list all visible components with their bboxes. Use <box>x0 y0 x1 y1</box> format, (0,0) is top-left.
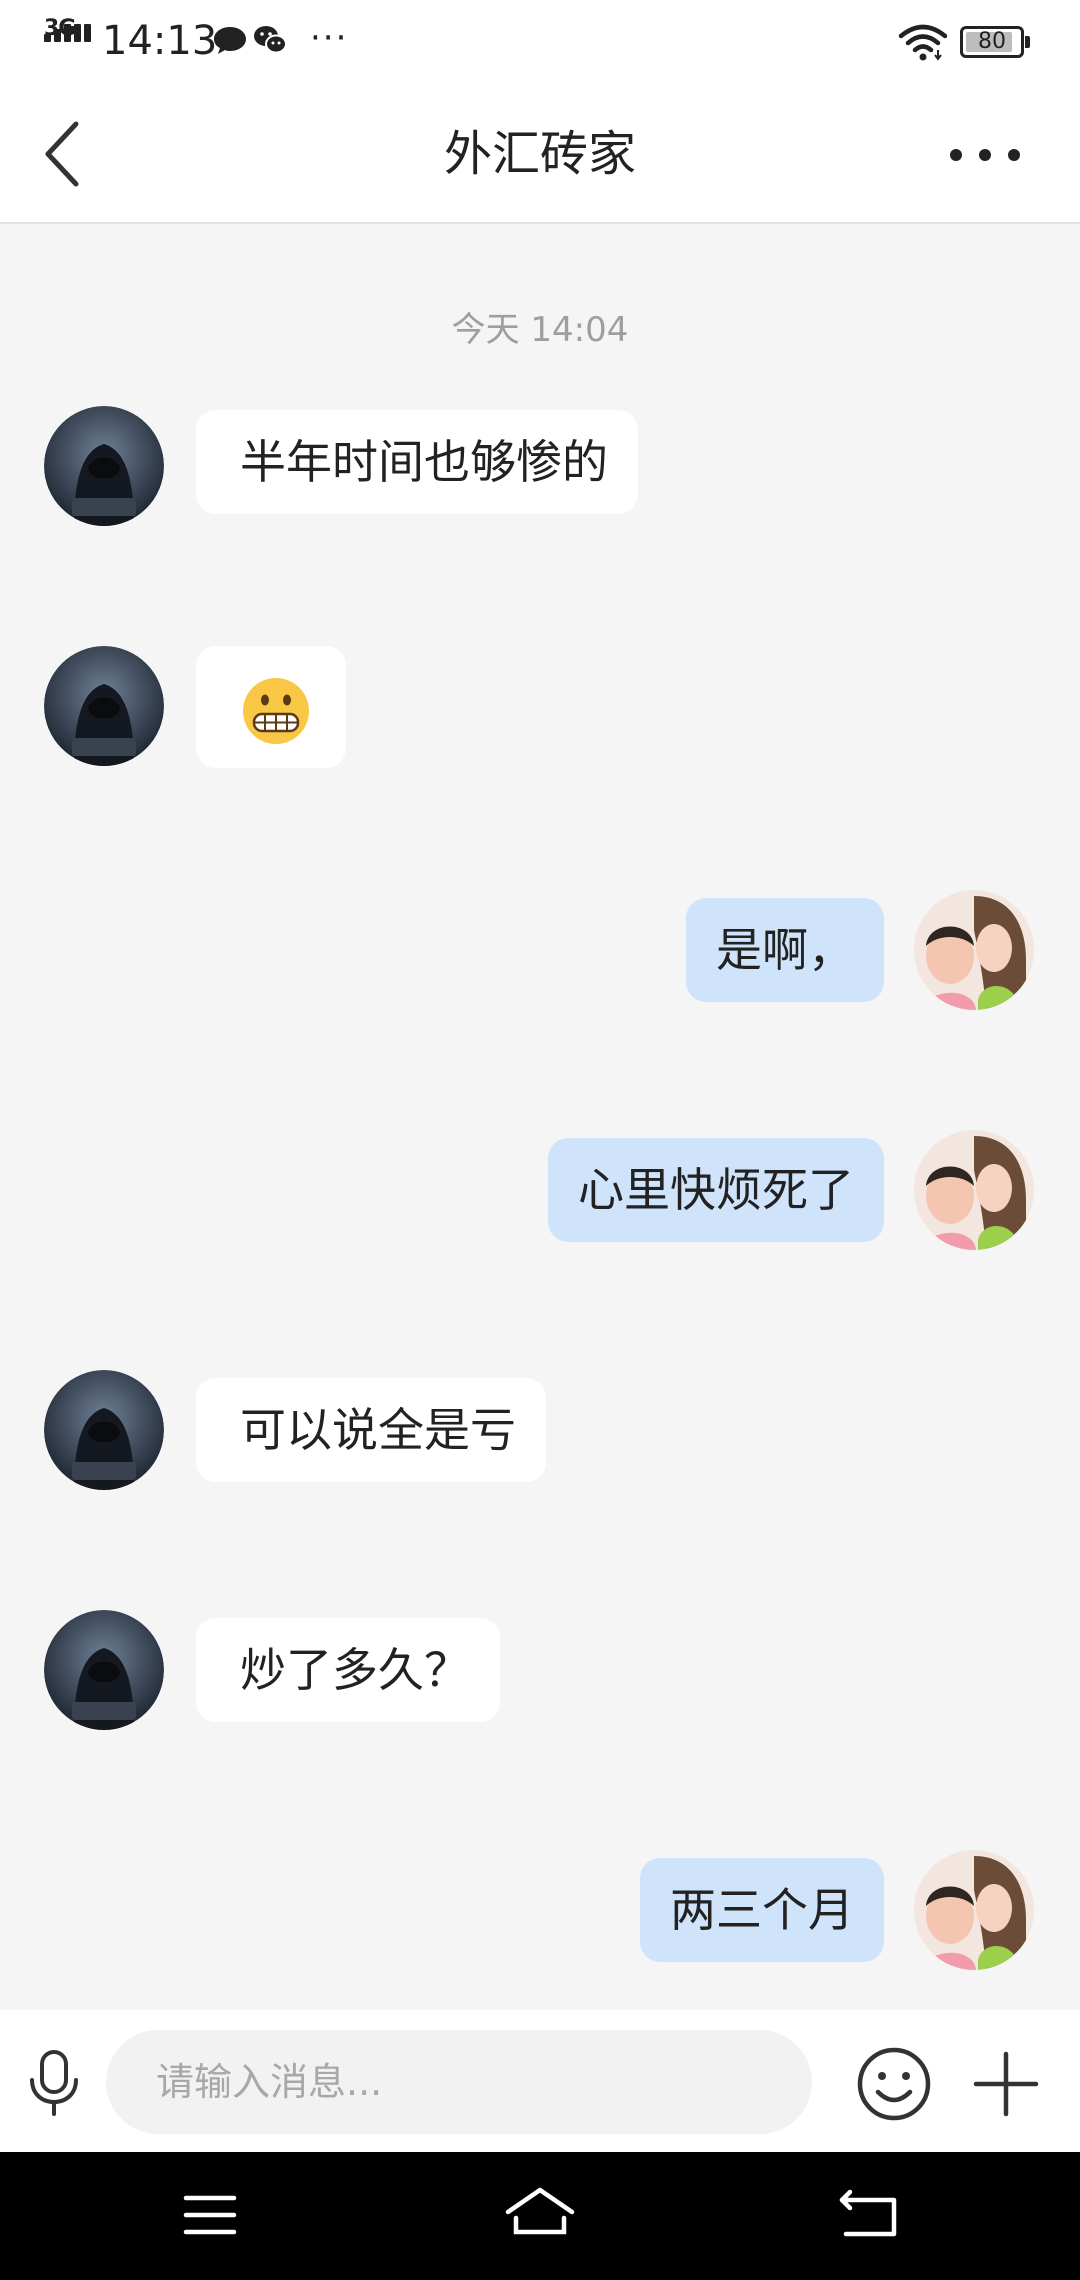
message-list[interactable]: 今天 14:04 半年时间也够惨的 是啊， 心里快烦死了 可以说全是亏 炒了多久… <box>0 226 1080 2010</box>
more-options-button[interactable] <box>940 124 1030 184</box>
grimacing-face-icon <box>243 678 309 744</box>
user-avatar[interactable] <box>914 890 1034 1010</box>
add-attachment-button[interactable] <box>966 2044 1046 2124</box>
chat-header: 外汇砖家 <box>0 84 1080 224</box>
voice-input-button[interactable] <box>26 2048 82 2118</box>
message-input[interactable] <box>106 2030 812 2134</box>
message-bubble-outgoing[interactable]: 两三个月 <box>640 1858 884 1962</box>
signal-icon: 3G <box>44 16 98 62</box>
date-divider: 今天 14:04 <box>451 310 629 350</box>
message-bubble-outgoing[interactable]: 是啊， <box>686 898 884 1002</box>
message-notification-icon <box>214 27 246 54</box>
message-bubble-outgoing[interactable]: 心里快烦死了 <box>548 1138 884 1242</box>
home-icon[interactable] <box>500 2180 580 2250</box>
user-avatar[interactable] <box>914 1130 1034 1250</box>
battery-icon: 80 <box>960 26 1030 58</box>
more-notifications-icon: ··· <box>310 18 349 58</box>
message-bubble-incoming[interactable]: 可以说全是亏 <box>196 1378 546 1482</box>
wechat-icon <box>254 26 287 54</box>
wifi-icon <box>898 24 948 61</box>
status-bar: 3G 14:13 ··· 80 <box>0 0 1080 84</box>
contact-avatar[interactable] <box>44 406 164 526</box>
status-time: 14:13 <box>102 18 218 64</box>
user-avatar[interactable] <box>914 1850 1034 1970</box>
battery-level: 80 <box>978 29 1006 54</box>
system-navigation-bar <box>0 2152 1080 2280</box>
message-bubble-incoming[interactable] <box>196 646 346 768</box>
message-bubble-incoming[interactable]: 半年时间也够惨的 <box>196 410 638 514</box>
emoji-button[interactable] <box>854 2044 934 2124</box>
message-bubble-incoming[interactable]: 炒了多久？ <box>196 1618 500 1722</box>
contact-avatar[interactable] <box>44 646 164 766</box>
composer-bar <box>0 2010 1080 2152</box>
back-button[interactable] <box>28 114 108 194</box>
back-nav-icon[interactable] <box>830 2180 910 2250</box>
contact-avatar[interactable] <box>44 1370 164 1490</box>
menu-icon[interactable] <box>170 2180 250 2250</box>
contact-avatar[interactable] <box>44 1610 164 1730</box>
page-title: 外汇砖家 <box>443 126 636 182</box>
